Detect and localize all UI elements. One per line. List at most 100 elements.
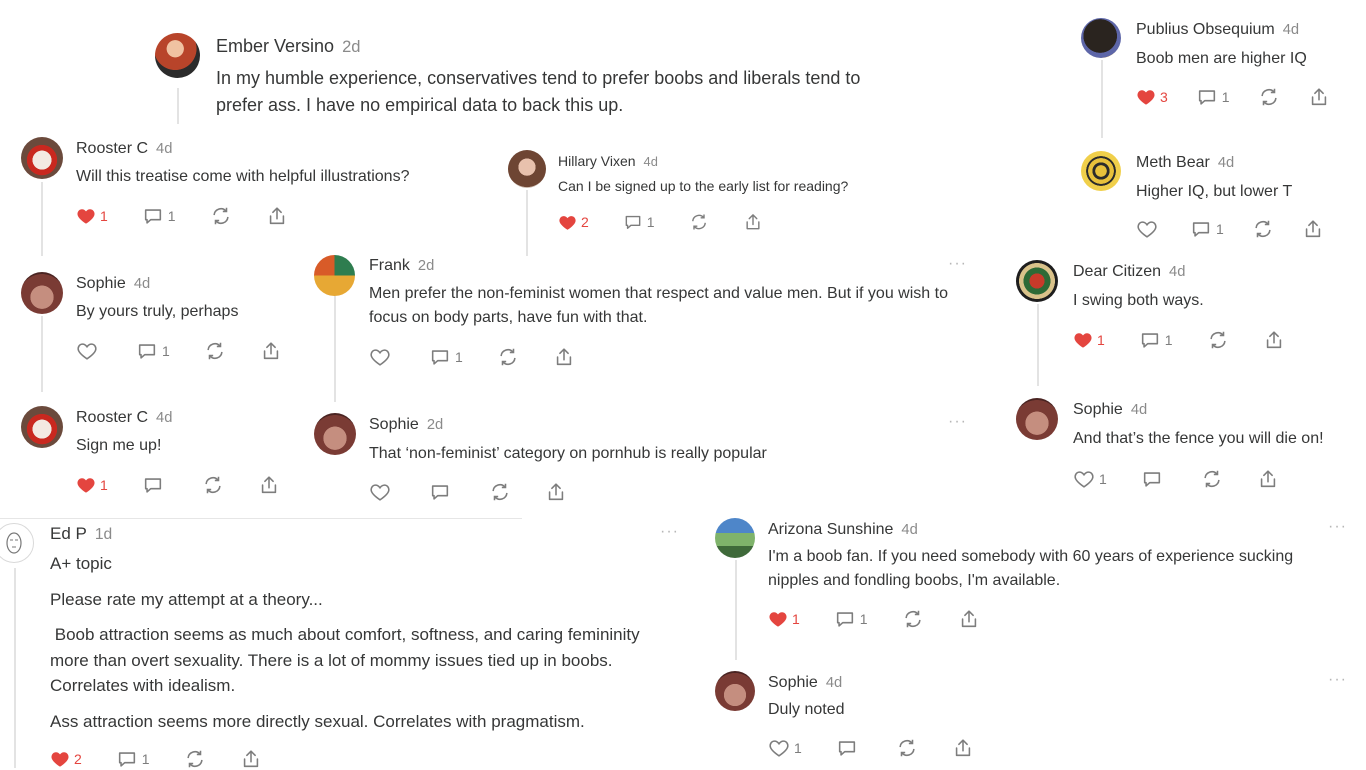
share-button[interactable] [266, 205, 288, 227]
author-name[interactable]: Ed P [50, 524, 87, 543]
comment-date[interactable]: 4d [901, 522, 917, 538]
avatar[interactable] [0, 523, 34, 563]
reply-button[interactable] [836, 737, 862, 759]
restack-button[interactable] [1207, 329, 1229, 351]
author-name[interactable]: Meth Bear [1136, 154, 1210, 171]
share-button[interactable] [1257, 468, 1279, 490]
reply-button[interactable]: 1 [1196, 86, 1230, 108]
avatar[interactable] [715, 518, 755, 558]
more-options-icon[interactable]: ··· [948, 413, 967, 431]
share-button[interactable] [545, 481, 567, 503]
author-name[interactable]: Sophie [76, 275, 126, 292]
share-icon [258, 474, 280, 496]
comment-date[interactable]: 2d [342, 37, 360, 56]
more-options-icon[interactable]: ··· [1328, 518, 1347, 536]
comment-date[interactable]: 2d [427, 417, 443, 433]
like-button[interactable]: 1 [768, 737, 802, 759]
share-button[interactable] [743, 212, 763, 232]
avatar[interactable] [21, 137, 63, 179]
like-button[interactable]: 3 [1136, 87, 1168, 107]
reply-button[interactable] [142, 474, 168, 496]
restack-button[interactable] [1201, 468, 1223, 490]
avatar[interactable] [715, 671, 755, 711]
reply-button[interactable]: 1 [116, 748, 150, 770]
more-options-icon[interactable]: ··· [1328, 671, 1347, 689]
like-button[interactable]: 2 [50, 749, 82, 769]
avatar[interactable] [21, 272, 63, 314]
like-button[interactable]: 1 [76, 475, 108, 495]
comment-date[interactable]: 4d [1283, 22, 1299, 38]
avatar[interactable] [1081, 151, 1121, 191]
comment-date[interactable]: 4d [156, 410, 172, 426]
author-name[interactable]: Hillary Vixen [558, 153, 636, 169]
like-button[interactable]: 1 [768, 609, 800, 629]
comment-date[interactable]: 2d [418, 258, 434, 274]
avatar[interactable] [21, 406, 63, 448]
author-name[interactable]: Dear Citizen [1073, 263, 1161, 280]
comment-date[interactable]: 1d [95, 526, 112, 543]
share-button[interactable] [240, 748, 262, 770]
like-button[interactable] [76, 340, 102, 362]
share-button[interactable] [952, 737, 974, 759]
comment-date[interactable]: 4d [134, 276, 150, 292]
share-button[interactable] [958, 608, 980, 630]
restack-button[interactable] [204, 340, 226, 362]
author-name[interactable]: Rooster C [76, 409, 148, 426]
reply-button[interactable]: 1 [834, 608, 868, 630]
author-name[interactable]: Arizona Sunshine [768, 521, 893, 538]
reply-button[interactable]: 1 [136, 340, 170, 362]
share-button[interactable] [1263, 329, 1285, 351]
more-options-icon[interactable]: ··· [948, 255, 967, 273]
avatar[interactable] [508, 150, 546, 188]
restack-button[interactable] [489, 481, 511, 503]
author-name[interactable]: Sophie [768, 674, 818, 691]
reply-button[interactable]: 1 [1190, 218, 1224, 240]
comment-date[interactable]: 4d [644, 154, 658, 169]
author-name[interactable]: Ember Versino [216, 36, 334, 56]
comment-date[interactable]: 4d [1169, 264, 1185, 280]
share-button[interactable] [260, 340, 282, 362]
reply-button[interactable] [1141, 468, 1167, 490]
share-button[interactable] [1302, 218, 1324, 240]
reply-button[interactable]: 1 [142, 205, 176, 227]
share-button[interactable] [258, 474, 280, 496]
avatar[interactable] [314, 255, 355, 296]
like-button[interactable] [1136, 218, 1162, 240]
restack-button[interactable] [896, 737, 918, 759]
like-button[interactable]: 1 [1073, 468, 1107, 490]
restack-button[interactable] [184, 748, 206, 770]
comment-date[interactable]: 4d [826, 675, 842, 691]
more-options-icon[interactable]: ··· [660, 523, 679, 541]
author-name[interactable]: Frank [369, 257, 410, 274]
restack-button[interactable] [1252, 218, 1274, 240]
restack-button[interactable] [210, 205, 232, 227]
avatar[interactable] [314, 413, 356, 455]
share-button[interactable] [553, 346, 575, 368]
avatar[interactable] [155, 33, 200, 78]
avatar[interactable] [1016, 260, 1058, 302]
restack-button[interactable] [202, 474, 224, 496]
like-button[interactable]: 1 [76, 206, 108, 226]
comment-date[interactable]: 4d [1131, 402, 1147, 418]
reply-button[interactable]: 1 [623, 212, 655, 232]
restack-button[interactable] [497, 346, 519, 368]
reply-button[interactable] [429, 481, 455, 503]
share-button[interactable] [1308, 86, 1330, 108]
author-name[interactable]: Rooster C [76, 140, 148, 157]
restack-button[interactable] [1258, 86, 1280, 108]
like-button[interactable] [369, 481, 395, 503]
restack-button[interactable] [689, 212, 709, 232]
restack-button[interactable] [902, 608, 924, 630]
comment-date[interactable]: 4d [1218, 155, 1234, 171]
reply-button[interactable]: 1 [429, 346, 463, 368]
author-name[interactable]: Publius Obsequium [1136, 21, 1275, 38]
like-button[interactable]: 2 [558, 213, 589, 232]
like-button[interactable]: 1 [1073, 330, 1105, 350]
avatar[interactable] [1081, 18, 1121, 58]
comment-date[interactable]: 4d [156, 141, 172, 157]
avatar[interactable] [1016, 398, 1058, 440]
author-name[interactable]: Sophie [369, 416, 419, 433]
author-name[interactable]: Sophie [1073, 401, 1123, 418]
reply-button[interactable]: 1 [1139, 329, 1173, 351]
like-button[interactable] [369, 346, 395, 368]
